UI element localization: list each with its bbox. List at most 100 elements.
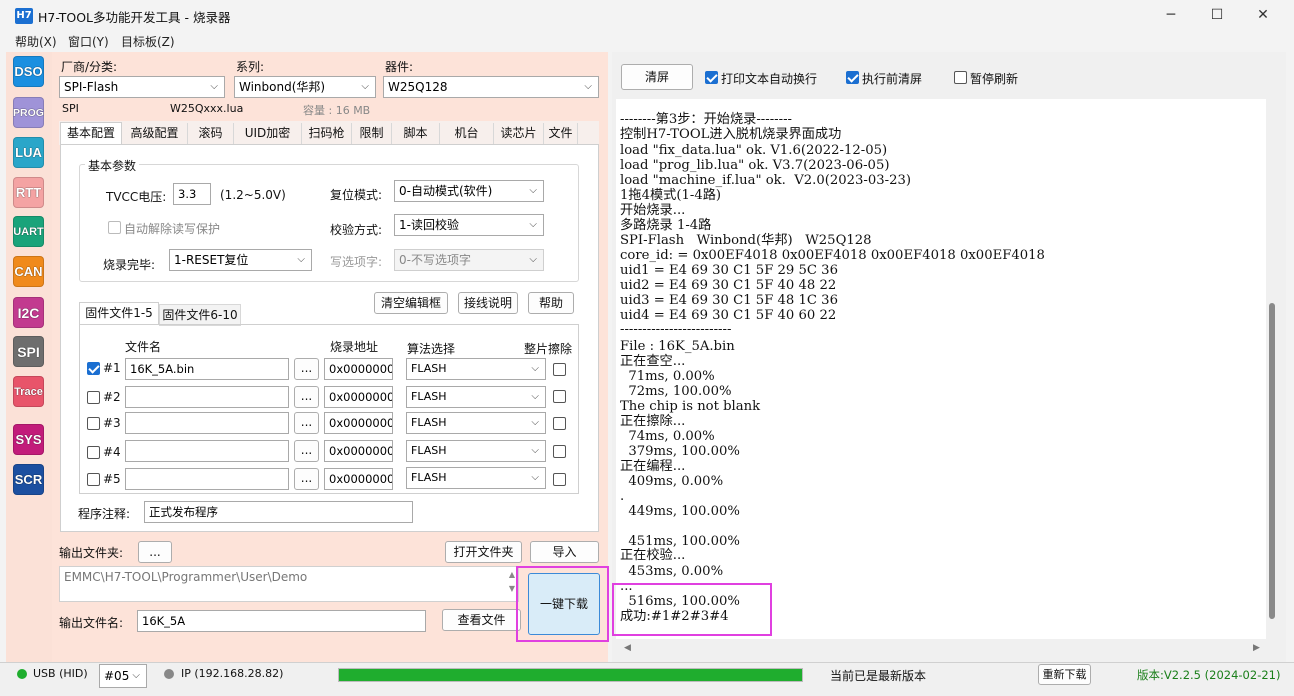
row4-enable-checkbox[interactable] bbox=[87, 446, 100, 459]
sidebar-i2c-button[interactable]: I2C bbox=[13, 297, 44, 328]
chevron-down-icon: ⌵ bbox=[531, 417, 539, 428]
log-vertical-scrollbar[interactable] bbox=[1269, 303, 1275, 619]
info-lua: W25Qxxx.lua bbox=[170, 102, 244, 115]
chevron-down-icon: ⌵ bbox=[210, 81, 218, 92]
row2-enable-checkbox[interactable] bbox=[87, 391, 100, 404]
row4-address-input[interactable]: 0x00000000 bbox=[324, 440, 393, 462]
scroll-left-icon[interactable]: ◀ bbox=[624, 643, 631, 653]
ip-status: IP (192.168.28.82) bbox=[181, 667, 284, 680]
tab-read-chip[interactable]: 读芯片 bbox=[494, 123, 544, 145]
part-value: W25Q128 bbox=[388, 80, 448, 94]
tab-advanced[interactable]: 高级配置 bbox=[122, 123, 188, 145]
import-button[interactable]: 导入 bbox=[530, 541, 599, 563]
log-line: 1拖4模式(1-4路) bbox=[620, 188, 722, 203]
row5-erase-checkbox[interactable] bbox=[553, 473, 566, 486]
tab-script[interactable]: 脚本 bbox=[392, 123, 440, 145]
output-path-box[interactable]: EMMC\H7-TOOL\Programmer\User\Demo bbox=[59, 566, 519, 602]
tvcc-input[interactable]: 3.3 bbox=[173, 183, 211, 205]
window-title: H7-TOOL多功能开发工具 - 烧录器 bbox=[38, 10, 231, 25]
sidebar-trace-button[interactable]: Trace bbox=[13, 376, 44, 407]
clear-screen-button[interactable]: 清屏 bbox=[621, 64, 693, 90]
wrap-checkbox[interactable] bbox=[705, 71, 718, 84]
tab-limit[interactable]: 限制 bbox=[352, 123, 392, 145]
log-line: 正在编程... bbox=[620, 459, 686, 474]
one-click-download-button[interactable]: 一键下载 bbox=[528, 573, 600, 635]
tab-basic[interactable]: 基本配置 bbox=[60, 122, 122, 144]
output-name-input[interactable]: 16K_5A bbox=[137, 610, 426, 632]
sidebar-rtt-button[interactable]: RTT bbox=[13, 177, 44, 208]
tab-files-6-10[interactable]: 固件文件6-10 bbox=[159, 304, 241, 326]
sidebar-uart-button[interactable]: UART bbox=[13, 216, 44, 247]
tab-rolling-code[interactable]: 滚码 bbox=[188, 123, 234, 145]
help-button[interactable]: 帮助 bbox=[528, 292, 574, 314]
redownload-button[interactable]: 重新下载 bbox=[1038, 664, 1091, 685]
row4-algorithm-select[interactable]: FLASH ⌵ bbox=[406, 440, 546, 462]
row4-file-input[interactable] bbox=[125, 440, 289, 462]
sidebar-dso-button[interactable]: DSO bbox=[13, 56, 44, 87]
clear-before-checkbox[interactable] bbox=[846, 71, 859, 84]
row1-browse-button[interactable]: ... bbox=[294, 358, 319, 380]
tab-files-1-5[interactable]: 固件文件1-5 bbox=[79, 302, 159, 324]
reset-select[interactable]: 0-自动模式(软件) ⌵ bbox=[394, 180, 544, 202]
write-option-select[interactable]: 0-不写选项字 ⌵ bbox=[394, 249, 544, 271]
row2-address-input[interactable]: 0x00000000 bbox=[324, 386, 393, 408]
view-file-button[interactable]: 查看文件 bbox=[442, 609, 521, 631]
row2-erase-checkbox[interactable] bbox=[553, 390, 566, 403]
log-line: File : 16K_5A.bin bbox=[620, 339, 735, 354]
row3-erase-checkbox[interactable] bbox=[553, 417, 566, 430]
row2-file-input[interactable] bbox=[125, 386, 289, 408]
row5-browse-button[interactable]: ... bbox=[294, 468, 319, 490]
series-select[interactable]: Winbond(华邦) ⌵ bbox=[234, 76, 376, 98]
log-line: load "prog_lib.lua" ok. V3.7(2023-06-05) bbox=[620, 158, 890, 173]
row3-file-input[interactable] bbox=[125, 412, 289, 434]
tab-scanner[interactable]: 扫码枪 bbox=[302, 123, 352, 145]
auto-unprotect-checkbox[interactable] bbox=[108, 221, 121, 234]
row3-enable-checkbox[interactable] bbox=[87, 417, 100, 430]
row3-browse-button[interactable]: ... bbox=[294, 412, 319, 434]
row2-browse-button[interactable]: ... bbox=[294, 386, 319, 408]
minimize-button[interactable]: ─ bbox=[1148, 0, 1194, 31]
sidebar-lua-button[interactable]: LUA bbox=[13, 137, 44, 168]
tvcc-label: TVCC电压: bbox=[106, 190, 167, 204]
row1-file-input[interactable]: 16K_5A.bin bbox=[125, 358, 289, 380]
close-button[interactable]: ✕ bbox=[1240, 0, 1286, 31]
row3-address-input[interactable]: 0x00000000 bbox=[324, 412, 393, 434]
row4-algorithm-value: FLASH bbox=[411, 444, 447, 457]
sidebar-spi-button[interactable]: SPI bbox=[13, 336, 44, 367]
vendor-select[interactable]: SPI-Flash ⌵ bbox=[59, 76, 225, 98]
menu-window[interactable]: 窗口(Y) bbox=[68, 33, 109, 50]
done-select[interactable]: 1-RESET复位 ⌵ bbox=[169, 249, 312, 271]
pause-checkbox[interactable] bbox=[954, 71, 967, 84]
port-select[interactable]: #05 ⌵ bbox=[99, 664, 147, 688]
part-select[interactable]: W25Q128 ⌵ bbox=[383, 76, 599, 98]
sidebar-prog-button[interactable]: PROG bbox=[13, 97, 44, 128]
sidebar-scr-button[interactable]: SCR bbox=[13, 464, 44, 495]
sidebar-sys-button[interactable]: SYS bbox=[13, 424, 44, 455]
row1-address-input[interactable]: 0x00000000 bbox=[324, 358, 393, 380]
wiring-button[interactable]: 接线说明 bbox=[458, 292, 518, 314]
row4-erase-checkbox[interactable] bbox=[553, 445, 566, 458]
row5-enable-checkbox[interactable] bbox=[87, 473, 100, 486]
maximize-button[interactable]: ☐ bbox=[1194, 0, 1240, 31]
row5-file-input[interactable] bbox=[125, 468, 289, 490]
scroll-right-icon[interactable]: ▶ bbox=[1253, 643, 1260, 653]
clear-edit-button[interactable]: 清空编辑框 bbox=[374, 292, 448, 314]
row4-browse-button[interactable]: ... bbox=[294, 440, 319, 462]
tab-machine[interactable]: 机台 bbox=[440, 123, 494, 145]
open-folder-button[interactable]: 打开文件夹 bbox=[445, 541, 522, 563]
row1-enable-checkbox[interactable] bbox=[87, 362, 100, 375]
output-folder-browse-button[interactable]: ... bbox=[138, 541, 172, 563]
tab-uid-encrypt[interactable]: UID加密 bbox=[234, 123, 302, 145]
row1-erase-checkbox[interactable] bbox=[553, 363, 566, 376]
row1-algorithm-select[interactable]: FLASH ⌵ bbox=[406, 358, 546, 380]
note-input[interactable]: 正式发布程序 bbox=[144, 501, 413, 523]
row5-algorithm-select[interactable]: FLASH ⌵ bbox=[406, 467, 546, 489]
row3-algorithm-select[interactable]: FLASH ⌵ bbox=[406, 412, 546, 434]
sidebar-can-button[interactable]: CAN bbox=[13, 256, 44, 287]
row2-algorithm-select[interactable]: FLASH ⌵ bbox=[406, 386, 546, 408]
menu-help[interactable]: 帮助(X) bbox=[15, 33, 57, 50]
menu-target[interactable]: 目标板(Z) bbox=[121, 33, 175, 50]
tab-file[interactable]: 文件 bbox=[544, 123, 578, 145]
row5-address-input[interactable]: 0x00000000 bbox=[324, 468, 393, 490]
verify-select[interactable]: 1-读回校验 ⌵ bbox=[394, 214, 544, 236]
